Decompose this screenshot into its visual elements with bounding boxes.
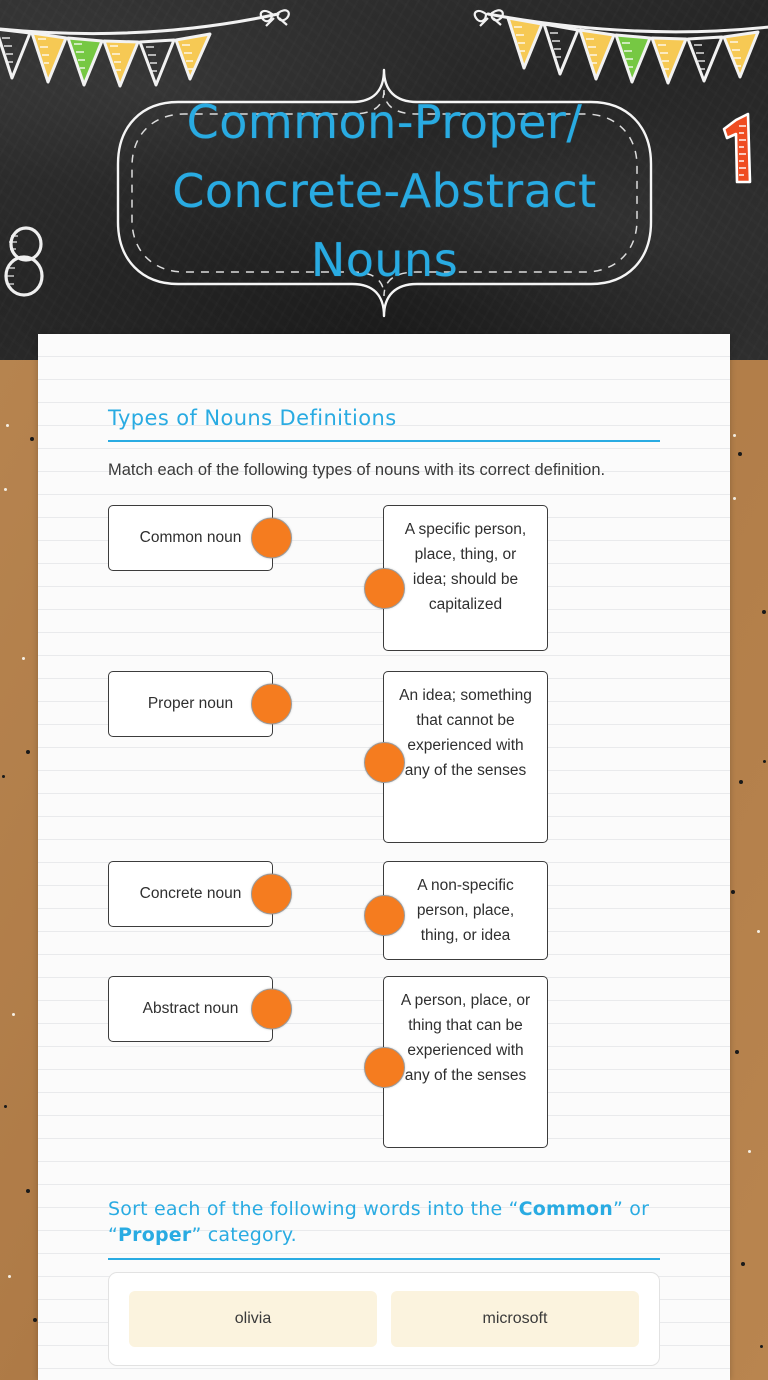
- term-label: Abstract noun: [142, 1000, 239, 1017]
- cork-speckle: [6, 424, 9, 427]
- sorting-heading-after: ” category.: [191, 1224, 297, 1246]
- cork-speckle: [741, 1262, 745, 1266]
- definition-box[interactable]: A specific person, place, thing, or idea…: [364, 505, 548, 651]
- connector-dot-definition[interactable]: [364, 1047, 405, 1088]
- cork-speckle: [739, 780, 743, 784]
- cork-speckle: [26, 750, 30, 754]
- cork-speckle: [735, 1050, 739, 1054]
- definition-column: A person, place, or thing that can be ex…: [364, 976, 548, 1148]
- sorting-section: Sort each of the following words into th…: [38, 1196, 730, 1366]
- cork-speckle: [4, 1105, 7, 1108]
- matching-activity: Common noun A specific person, place, th…: [108, 505, 660, 1148]
- term-box[interactable]: Abstract noun: [108, 976, 292, 1042]
- worksheet-page: Common-Proper/ Concrete-Abstract Nouns T…: [0, 0, 768, 1380]
- definition-box[interactable]: A person, place, or thing that can be ex…: [364, 976, 548, 1148]
- decorative-eight-icon: [4, 226, 44, 297]
- match-row: Concrete noun A non-specific person, pla…: [108, 861, 660, 960]
- word-card[interactable]: olivia: [129, 1291, 377, 1347]
- worksheet-paper: Types of Nouns Definitions Match each of…: [38, 334, 730, 1380]
- page-title: Common-Proper/ Concrete-Abstract Nouns: [172, 95, 597, 287]
- definitions-heading: Types of Nouns Definitions: [108, 406, 397, 430]
- term-box[interactable]: Proper noun: [108, 671, 292, 737]
- definition-label: A person, place, or thing that can be ex…: [400, 992, 531, 1084]
- connector-dot-term[interactable]: [251, 988, 292, 1030]
- sorting-heading-before: Sort each of the following words into th…: [108, 1198, 519, 1220]
- match-row: Common noun A specific person, place, th…: [108, 505, 660, 651]
- connector-dot-term[interactable]: [251, 683, 292, 725]
- cork-speckle: [731, 890, 735, 894]
- sorting-heading-common: Common: [518, 1198, 613, 1220]
- sorting-heading-proper: Proper: [118, 1224, 192, 1246]
- cork-speckle: [748, 1150, 751, 1153]
- definition-label: A non-specific person, place, thing, or …: [416, 877, 515, 944]
- connector-dot-term[interactable]: [251, 873, 292, 915]
- definitions-instructions: Match each of the following types of nou…: [108, 461, 606, 479]
- connector-dot-definition[interactable]: [364, 895, 405, 936]
- definition-label: A specific person, place, thing, or idea…: [404, 521, 527, 613]
- match-row: Proper noun An idea; something that cann…: [108, 671, 660, 843]
- definitions-section: Types of Nouns Definitions Match each of…: [38, 334, 730, 1148]
- definition-label: An idea; something that cannot be experi…: [399, 687, 532, 779]
- heading-divider: [108, 440, 660, 442]
- word-card-label: olivia: [234, 1310, 272, 1327]
- cork-speckle: [733, 497, 736, 500]
- term-label: Proper noun: [147, 695, 234, 712]
- cork-speckle: [33, 1318, 37, 1322]
- cork-speckle: [30, 437, 34, 441]
- connector-dot-definition[interactable]: [364, 568, 405, 609]
- definition-column: A specific person, place, thing, or idea…: [364, 505, 548, 651]
- cork-speckle: [760, 1345, 763, 1348]
- sorting-divider: [108, 1258, 660, 1260]
- decorative-ruler-one-icon: [722, 112, 752, 184]
- definition-box[interactable]: A non-specific person, place, thing, or …: [364, 861, 548, 960]
- cork-speckle: [757, 930, 760, 933]
- definition-box[interactable]: An idea; something that cannot be experi…: [364, 671, 548, 843]
- title-frame: Common-Proper/ Concrete-Abstract Nouns: [112, 68, 657, 318]
- cork-speckle: [26, 1189, 30, 1193]
- definition-column: A non-specific person, place, thing, or …: [364, 861, 548, 960]
- sorting-heading: Sort each of the following words into th…: [108, 1196, 660, 1248]
- connector-dot-term[interactable]: [251, 517, 292, 559]
- cork-speckle: [22, 657, 25, 660]
- term-box[interactable]: Common noun: [108, 505, 292, 571]
- word-card[interactable]: microsoft: [391, 1291, 639, 1347]
- term-label: Concrete noun: [139, 885, 242, 902]
- cork-speckle: [12, 1013, 15, 1016]
- cork-speckle: [4, 488, 7, 491]
- cork-speckle: [8, 1275, 11, 1278]
- cork-speckle: [738, 452, 742, 456]
- cork-speckle: [2, 775, 5, 778]
- cork-speckle: [763, 760, 766, 763]
- word-card-label: microsoft: [482, 1310, 548, 1327]
- definition-column: An idea; something that cannot be experi…: [364, 671, 548, 843]
- connector-dot-definition[interactable]: [364, 742, 405, 783]
- cork-speckle: [733, 434, 736, 437]
- cork-speckle: [762, 610, 766, 614]
- chalkboard-header: Common-Proper/ Concrete-Abstract Nouns: [0, 0, 768, 360]
- match-row: Abstract noun A person, place, or thing …: [108, 976, 660, 1148]
- term-box[interactable]: Concrete noun: [108, 861, 292, 927]
- term-label: Common noun: [139, 529, 242, 546]
- word-bank: olivia microsoft: [108, 1272, 660, 1366]
